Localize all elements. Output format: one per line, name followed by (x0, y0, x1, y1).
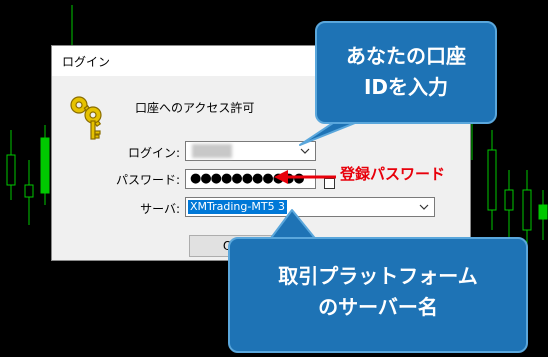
candle (504, 189, 514, 211)
candle (24, 184, 34, 198)
arrow-left-icon (274, 170, 336, 184)
callout-account-line2: IDを入力 (363, 75, 449, 99)
candle (522, 189, 532, 231)
login-value (192, 144, 232, 158)
callout-account-line1: あなたの口座 (346, 44, 466, 68)
server-select[interactable]: XMTrading-MT5 3 (185, 197, 435, 217)
chevron-down-icon[interactable] (418, 201, 430, 213)
login-label: ログイン: (127, 146, 180, 160)
callout-account-id: あなたの口座 IDを入力 (315, 21, 497, 124)
access-prompt: 口座へのアクセス許可 (135, 101, 255, 115)
candle (538, 204, 548, 220)
callout-server-name: 取引プラットフォーム のサーバー名 (228, 237, 528, 353)
candle (6, 154, 16, 186)
callout-server-line2: のサーバー名 (318, 295, 438, 319)
callout-server-line1: 取引プラットフォーム (278, 264, 478, 288)
dialog-title: ログイン (62, 55, 111, 69)
candle (487, 149, 497, 211)
server-value: XMTrading-MT5 3 (188, 200, 288, 214)
chevron-down-icon[interactable] (299, 145, 311, 157)
keys-icon (70, 96, 102, 140)
server-label: サーバ: (140, 202, 180, 216)
password-hint-label: 登録パスワード (340, 165, 446, 183)
login-field[interactable] (185, 141, 316, 161)
password-label: パスワード: (115, 173, 180, 187)
candle (40, 137, 50, 194)
